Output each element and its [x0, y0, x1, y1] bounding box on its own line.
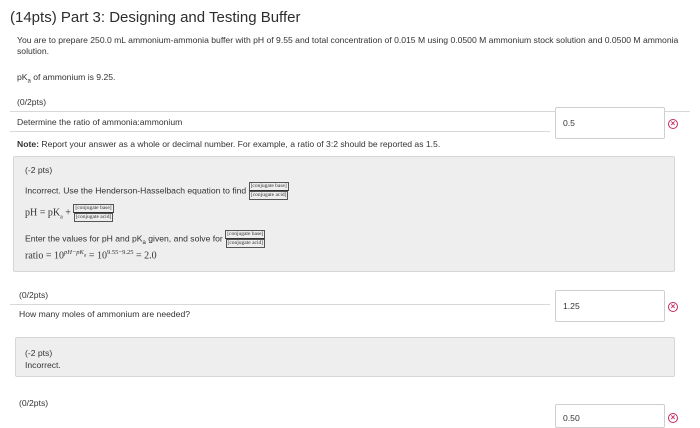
q1-score: (0/2pts)	[17, 97, 47, 107]
q1-feedback-line1: Incorrect. Use the Henderson-Hasselbach …	[25, 182, 289, 200]
q2-prompt: How many moles of ammonium are needed?	[19, 309, 191, 319]
q2-feedback-points: (-2 pts)	[25, 348, 53, 358]
q1-feedback-line3: Enter the values for pH and pKa given, a…	[25, 230, 266, 248]
pka-statement: pKa of ammonium is 9.25.	[17, 72, 116, 85]
q1-answer-value: 0.5	[563, 118, 575, 128]
q2-feedback-text: Incorrect.	[25, 360, 61, 370]
q2-score: (0/2pts)	[19, 290, 49, 300]
q1-feedback-points: (-2 pts)	[25, 165, 53, 175]
q1-note: Note: Report your answer as a whole or d…	[17, 139, 441, 149]
q3-answer-field[interactable]: 0.50	[555, 404, 665, 428]
ratio-equation: ratio = 10pH−pKa = 109.55−9.25 = 2.0	[25, 249, 157, 262]
q3-score: (0/2pts)	[19, 398, 49, 408]
q2-answer-field[interactable]: 1.25	[555, 290, 665, 322]
x-circle-icon	[668, 413, 678, 423]
page-title: (14pts) Part 3: Designing and Testing Bu…	[10, 9, 301, 26]
q3-answer-value: 0.50	[563, 413, 580, 423]
x-circle-icon	[668, 302, 678, 312]
problem-intro: You are to prepare 250.0 mL ammonium-amm…	[17, 35, 679, 56]
henderson-hasselbach-equation: pH = pKa + [conjugate base] [conjugate ac…	[25, 204, 114, 222]
q1-prompt: Determine the ratio of ammonia:ammonium	[17, 117, 183, 127]
q1-answer-field[interactable]: 0.5	[555, 107, 665, 139]
x-circle-icon	[668, 119, 678, 129]
separator	[10, 304, 550, 305]
q2-answer-value: 1.25	[563, 301, 580, 311]
separator	[10, 131, 550, 132]
q2-feedback-box	[15, 337, 675, 377]
